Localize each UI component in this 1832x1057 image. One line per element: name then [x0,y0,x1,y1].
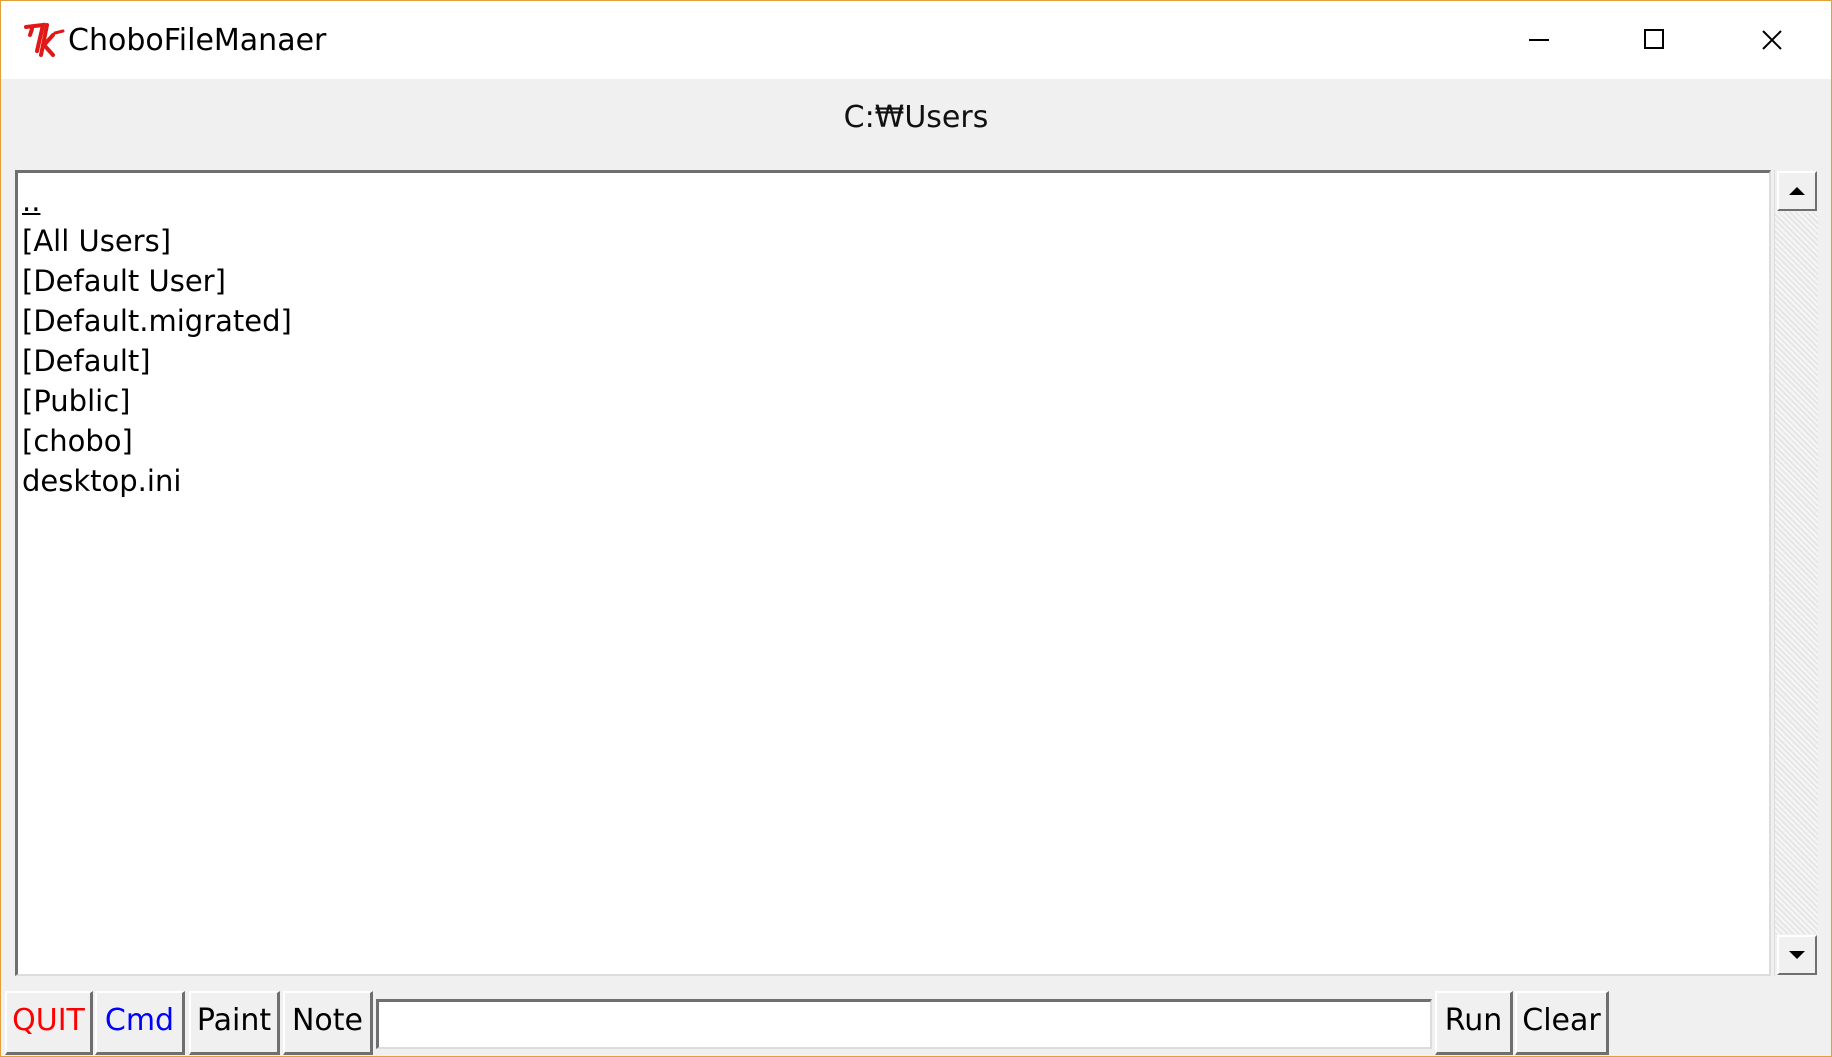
command-input[interactable] [376,999,1432,1049]
app-window: ChoboFileManaer C:₩Users .. [All Users] [D… [0,0,1832,1057]
file-list-item[interactable]: [chobo] [22,421,292,461]
arrow-up-icon [1789,187,1805,195]
minimize-icon [1529,39,1549,41]
window-title: ChoboFileManaer [68,23,327,58]
title-bar[interactable]: ChoboFileManaer [1,1,1831,79]
vertical-scrollbar[interactable] [1774,170,1818,976]
clear-button[interactable]: Clear [1515,991,1609,1055]
minimize-button[interactable] [1481,1,1597,79]
file-list-item[interactable]: [Public] [22,381,292,421]
file-list-item[interactable]: [Default.migrated] [22,301,292,341]
scroll-track[interactable] [1775,212,1818,934]
paint-button[interactable]: Paint [189,991,280,1055]
file-list-item[interactable]: [Default User] [22,261,292,301]
file-list: .. [All Users] [Default User] [Default.migr… [22,181,292,501]
file-list-item[interactable]: desktop.ini [22,461,292,501]
file-list-item[interactable]: [All Users] [22,221,292,261]
maximize-icon [1644,29,1664,49]
file-list-item[interactable]: [Default] [22,341,292,381]
tk-logo-icon [24,22,65,57]
arrow-down-icon [1789,951,1805,959]
run-button[interactable]: Run [1435,991,1513,1055]
note-button[interactable]: Note [283,991,373,1055]
command-toolbar: QUIT Cmd Paint Note Run Clear [1,989,1831,1056]
file-list-item[interactable]: .. [22,181,292,221]
close-button[interactable] [1715,1,1831,79]
current-path-label: C:₩Users [843,100,989,135]
file-listbox[interactable]: .. [All Users] [Default User] [Default.migr… [15,170,1771,976]
scroll-down-button[interactable] [1777,935,1817,975]
close-icon [1762,30,1782,50]
maximize-button[interactable] [1597,1,1713,79]
scroll-up-button[interactable] [1777,171,1817,211]
cmd-button[interactable]: Cmd [95,991,185,1055]
quit-button[interactable]: QUIT [5,991,93,1055]
